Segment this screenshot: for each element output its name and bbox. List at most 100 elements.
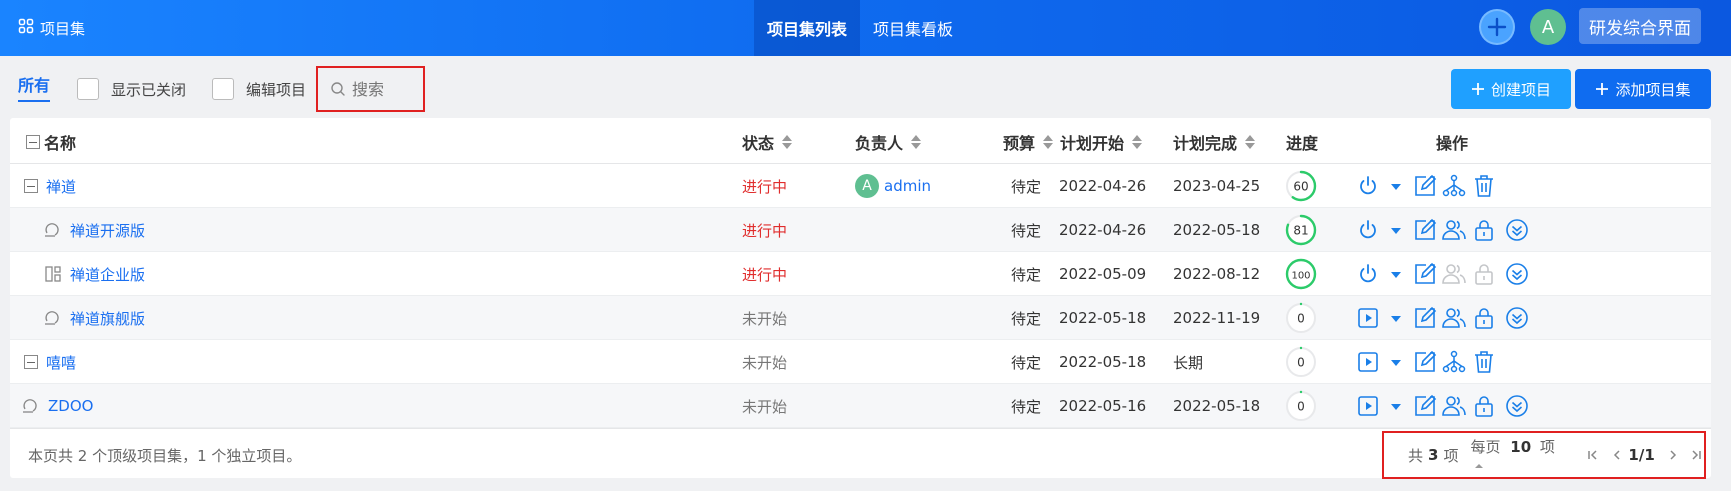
col-plan-end-label: 计划完成 xyxy=(1173,134,1238,153)
add-program-button[interactable]: 添加项目集 xyxy=(1575,69,1711,109)
main-tabs: 项目集列表 项目集看板 xyxy=(754,0,966,56)
row-actions xyxy=(10,208,1711,252)
users-icon[interactable] xyxy=(1441,305,1467,331)
plus-icon xyxy=(1471,83,1484,95)
play-icon[interactable] xyxy=(1355,393,1381,419)
chevron-double-down-icon[interactable] xyxy=(1504,261,1530,287)
caret-down-icon[interactable] xyxy=(1383,393,1409,419)
list-toolbar: 所有 显示已关闭 编辑项目 创建项目 添加项目集 xyxy=(0,56,1731,118)
prev-page-icon[interactable] xyxy=(1609,447,1625,463)
table-row: 嘻嘻 未开始 待定 2022-05-18 长期 0 xyxy=(10,340,1711,384)
edit-project-checkbox[interactable]: 编辑项目 xyxy=(212,78,306,100)
per-page-count: 10 xyxy=(1510,437,1532,456)
sort-icon xyxy=(1245,135,1256,149)
users-icon xyxy=(1441,261,1467,287)
row-actions xyxy=(10,384,1711,428)
create-project-button[interactable]: 创建项目 xyxy=(1451,69,1571,109)
page-summary: 本页共 2 个顶级项目集，1 个独立项目。 xyxy=(28,447,302,465)
play-icon[interactable] xyxy=(1355,305,1381,331)
search-input[interactable] xyxy=(352,79,422,99)
edit-icon[interactable] xyxy=(1412,173,1438,199)
edit-icon[interactable] xyxy=(1412,393,1438,419)
per-page-suffix: 项 xyxy=(1539,437,1555,456)
col-status-label: 状态 xyxy=(742,134,775,153)
trash-icon[interactable] xyxy=(1471,173,1497,199)
trash-icon[interactable] xyxy=(1471,349,1497,375)
edit-icon[interactable] xyxy=(1412,217,1438,243)
lock-icon xyxy=(1471,261,1497,287)
show-closed-checkbox[interactable]: 显示已关闭 xyxy=(77,78,186,100)
caret-down-icon[interactable] xyxy=(1383,349,1409,375)
top-navbar: 项目集 项目集列表 项目集看板 A 研发综合界面 xyxy=(0,0,1731,56)
last-page-icon[interactable] xyxy=(1688,447,1704,463)
grid-icon xyxy=(18,18,34,38)
chevron-double-down-icon[interactable] xyxy=(1504,217,1530,243)
col-plan-end[interactable]: 计划完成 xyxy=(1173,130,1256,154)
per-page-prefix: 每页 xyxy=(1470,437,1501,456)
workspace-switch-button[interactable]: 研发综合界面 xyxy=(1579,8,1701,44)
chevron-double-down-icon[interactable] xyxy=(1504,393,1530,419)
table-footer: 本页共 2 个顶级项目集，1 个独立项目。 共 3 项 每页 10 项 1/1 xyxy=(10,428,1711,479)
brand-label: 项目集 xyxy=(40,19,86,38)
edit-icon[interactable] xyxy=(1412,305,1438,331)
row-actions xyxy=(10,252,1711,296)
page-indicator: 1/1 xyxy=(1628,446,1655,464)
lock-icon[interactable] xyxy=(1471,217,1497,243)
checkbox-box[interactable] xyxy=(212,78,234,100)
user-avatar[interactable]: A xyxy=(1530,9,1566,45)
checkbox-box[interactable] xyxy=(77,78,99,100)
play-icon[interactable] xyxy=(1355,349,1381,375)
chevron-double-down-icon[interactable] xyxy=(1504,305,1530,331)
plus-icon xyxy=(1596,83,1609,95)
table-row: 禅道旗舰版 未开始 待定 2022-05-18 2022-11-19 0 xyxy=(10,296,1711,340)
row-actions xyxy=(10,340,1711,384)
users-icon[interactable] xyxy=(1441,393,1467,419)
col-status[interactable]: 状态 xyxy=(742,130,793,154)
minus-square-icon[interactable] xyxy=(26,135,40,149)
plus-icon xyxy=(1487,17,1507,37)
next-page-icon[interactable] xyxy=(1665,447,1681,463)
col-plan-start[interactable]: 计划开始 xyxy=(1060,130,1143,154)
show-closed-label: 显示已关闭 xyxy=(111,80,187,99)
brand-menu[interactable]: 项目集 xyxy=(18,0,85,56)
col-name[interactable]: 名称 xyxy=(26,130,76,154)
filter-all-tab[interactable]: 所有 xyxy=(18,72,51,102)
lock-icon[interactable] xyxy=(1471,393,1497,419)
col-budget-label: 预算 xyxy=(1003,134,1036,153)
link-product-icon[interactable] xyxy=(1441,349,1467,375)
total-count: 3 xyxy=(1428,446,1439,464)
per-page-selector[interactable]: 每页 10 项 xyxy=(1470,436,1571,475)
caret-down-icon[interactable] xyxy=(1383,305,1409,331)
tab-program-list[interactable]: 项目集列表 xyxy=(754,0,861,56)
lock-icon[interactable] xyxy=(1471,305,1497,331)
caret-down-icon[interactable] xyxy=(1383,217,1409,243)
sort-icon xyxy=(782,135,793,149)
col-owner-label: 负责人 xyxy=(855,134,904,153)
first-page-icon[interactable] xyxy=(1585,447,1601,463)
quick-create-button[interactable] xyxy=(1479,9,1515,45)
edit-icon[interactable] xyxy=(1412,261,1438,287)
col-progress: 进度 xyxy=(1286,134,1319,153)
tab-program-kanban[interactable]: 项目集看板 xyxy=(860,0,966,56)
edit-icon[interactable] xyxy=(1412,349,1438,375)
link-product-icon[interactable] xyxy=(1441,173,1467,199)
search-box[interactable] xyxy=(316,66,425,112)
col-owner[interactable]: 负责人 xyxy=(855,130,922,154)
users-icon[interactable] xyxy=(1441,217,1467,243)
table-row: 禅道开源版 进行中 待定 2022-04-26 2022-05-18 81 xyxy=(10,208,1711,252)
sort-icon xyxy=(1132,135,1143,149)
col-plan-start-label: 计划开始 xyxy=(1060,134,1125,153)
caret-down-icon[interactable] xyxy=(1383,173,1409,199)
sort-icon xyxy=(1043,135,1054,149)
search-icon xyxy=(331,82,345,96)
row-actions xyxy=(10,296,1711,340)
col-actions: 操作 xyxy=(1436,134,1469,153)
power-icon[interactable] xyxy=(1355,261,1381,287)
caret-down-icon[interactable] xyxy=(1383,261,1409,287)
sort-icon xyxy=(911,135,922,149)
table-row: ZDOO 未开始 待定 2022-05-16 2022-05-18 0 xyxy=(10,384,1711,428)
row-actions xyxy=(10,164,1711,208)
power-icon[interactable] xyxy=(1355,173,1381,199)
col-budget[interactable]: 预算 xyxy=(1003,130,1054,154)
power-icon[interactable] xyxy=(1355,217,1381,243)
